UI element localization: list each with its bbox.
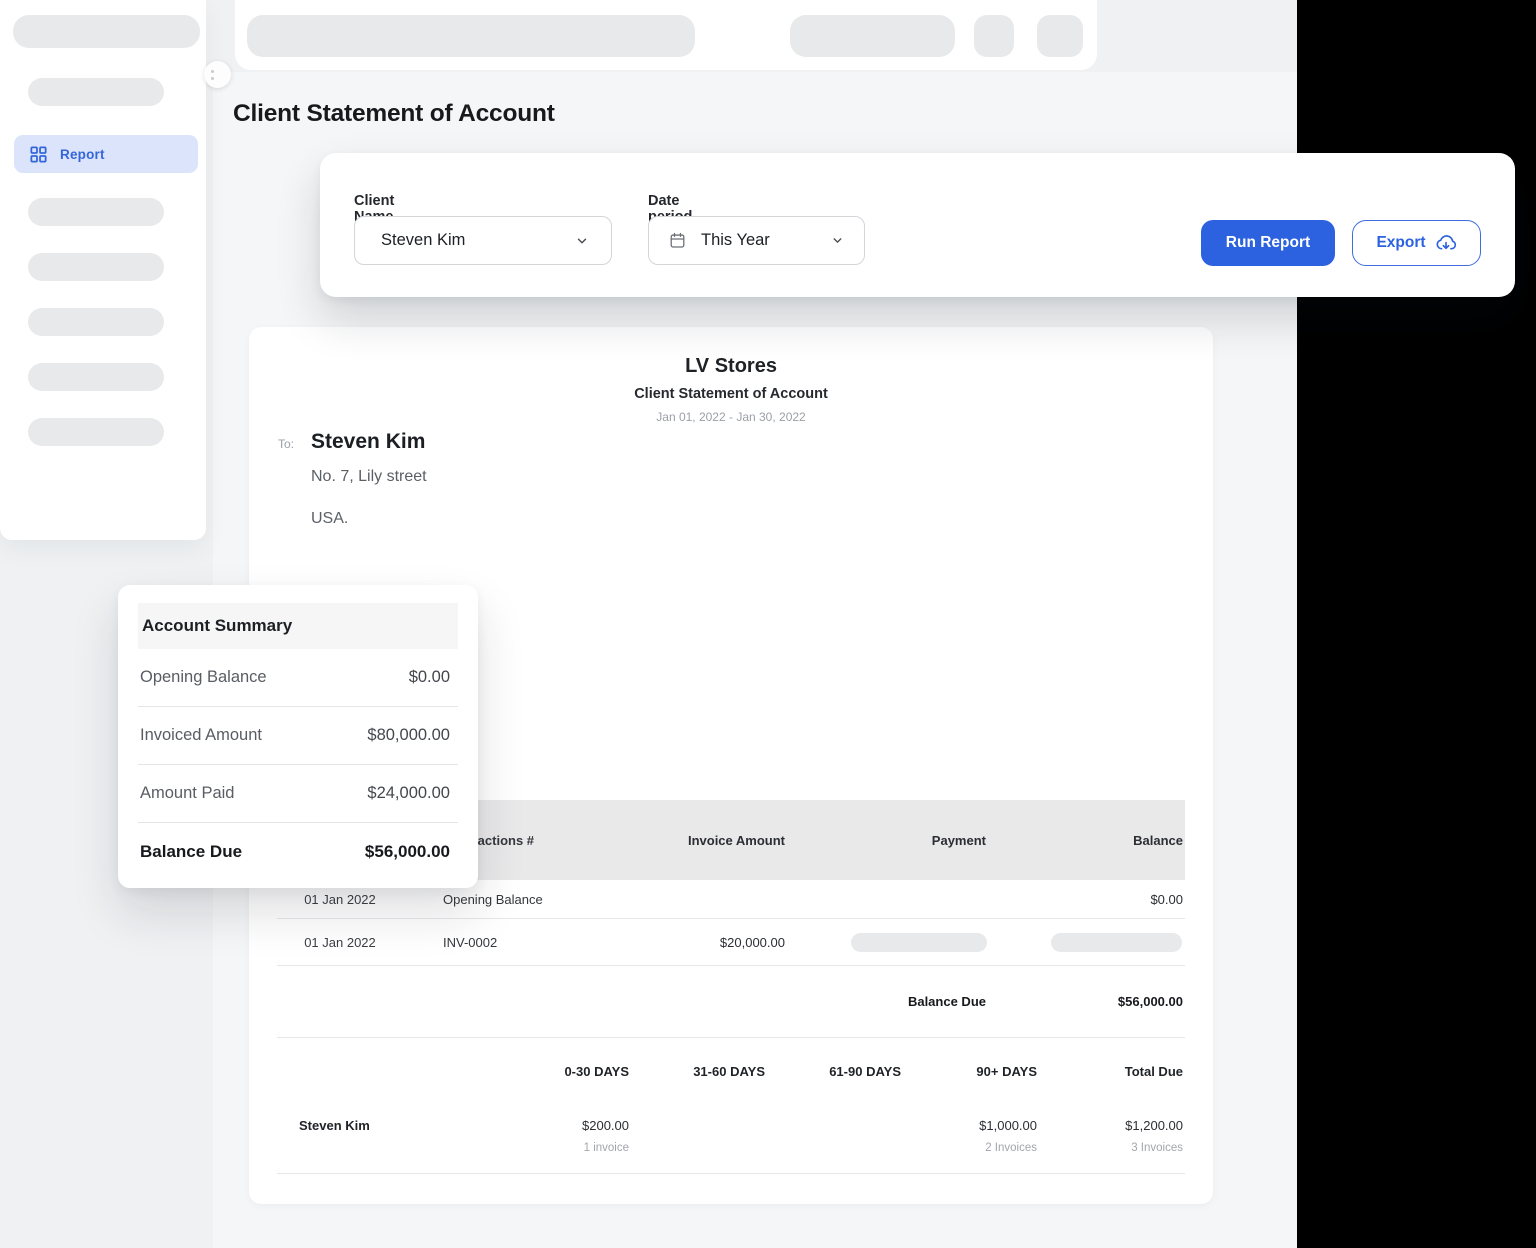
topbar-avatar-placeholder: [1037, 15, 1083, 57]
summary-value: $24,000.00: [367, 784, 450, 803]
to-label: To:: [278, 437, 294, 451]
sidebar-item-placeholder: [28, 418, 164, 446]
aging-data-row: Steven Kim $200.00 1 invoice $1,000.00 2…: [277, 1105, 1185, 1173]
cell-ref: INV-0002: [433, 935, 605, 950]
balance-due-row: Balance Due $56,000.00: [277, 966, 1185, 1037]
calendar-icon: [669, 232, 686, 249]
sidebar: Report: [0, 0, 206, 540]
sidebar-item-placeholder: [28, 198, 164, 226]
payment-placeholder: [851, 933, 987, 952]
client-name: Steven Kim: [311, 430, 425, 454]
summary-row-balance-due: Balance Due $56,000.00: [138, 823, 458, 880]
company-name: LV Stores: [249, 355, 1213, 378]
date-period-select[interactable]: This Year: [648, 216, 865, 265]
document-date-range: Jan 01, 2022 - Jan 30, 2022: [249, 410, 1213, 424]
header-payment: Payment: [787, 833, 988, 848]
balance-due-value: $56,000.00: [988, 994, 1185, 1009]
balance-due-label: Balance Due: [787, 994, 988, 1009]
client-address-line2: USA.: [311, 510, 348, 528]
chevron-down-icon: [575, 234, 589, 248]
app-canvas: Report Client Statement of Account Clien…: [0, 0, 1536, 1248]
export-button-label: Export: [1376, 234, 1425, 252]
cell-ref: Opening Balance: [433, 892, 605, 907]
sidebar-item-report-label: Report: [60, 147, 105, 162]
aging-subtext-total: 3 Invoices: [1039, 1142, 1183, 1154]
summary-value: $80,000.00: [367, 726, 450, 745]
topbar-search-placeholder: [247, 15, 695, 57]
document-title: Client Statement of Account: [249, 386, 1213, 402]
grid-icon: [30, 146, 47, 163]
aging-header-31-60: 31-60 DAYS: [631, 1064, 767, 1079]
summary-label: Amount Paid: [140, 784, 234, 803]
cell-date: 01 Jan 2022: [277, 935, 433, 950]
divider: [277, 1173, 1185, 1174]
aging-subtext-90plus: 2 Invoices: [903, 1142, 1037, 1154]
summary-label: Opening Balance: [140, 668, 267, 687]
aging-amount-total: $1,200.00: [1039, 1118, 1183, 1133]
aging-header-total-due: Total Due: [1039, 1064, 1185, 1079]
cell-invoice-amount: $20,000.00: [605, 935, 787, 950]
sidebar-item-placeholder: [28, 253, 164, 281]
account-summary-rows: Opening Balance $0.00 Invoiced Amount $8…: [138, 649, 458, 880]
aging-header-row: 0-30 DAYS 31-60 DAYS 61-90 DAYS 90+ DAYS…: [277, 1038, 1185, 1105]
summary-value: $0.00: [409, 668, 450, 687]
header-balance: Balance: [988, 833, 1185, 848]
client-name-value: Steven Kim: [381, 231, 465, 250]
aging-subtext-0-30: 1 invoice: [433, 1142, 629, 1154]
sidebar-collapse-handle[interactable]: [204, 61, 231, 88]
balance-placeholder: [1051, 933, 1182, 952]
cloud-download-icon: [1435, 232, 1457, 254]
aging-header-0-30: 0-30 DAYS: [433, 1064, 631, 1079]
cell-date: 01 Jan 2022: [277, 892, 433, 907]
filter-card: Client Name Steven Kim Date period This …: [320, 153, 1515, 297]
page-title: Client Statement of Account: [233, 100, 555, 128]
cell-balance: $0.00: [988, 892, 1185, 907]
account-summary-card: Account Summary Opening Balance $0.00 In…: [118, 585, 478, 888]
topbar-widget-placeholder: [790, 15, 955, 57]
client-name-select[interactable]: Steven Kim: [354, 216, 612, 265]
summary-label: Invoiced Amount: [140, 726, 262, 745]
sidebar-item-placeholder: [28, 308, 164, 336]
summary-value: $56,000.00: [365, 842, 450, 862]
aging-client-name: Steven Kim: [277, 1118, 433, 1173]
topbar: [235, 0, 1097, 70]
sidebar-item-placeholder: [28, 363, 164, 391]
date-period-value: This Year: [701, 231, 770, 250]
dots-icon: [211, 70, 214, 73]
summary-row: Amount Paid $24,000.00: [138, 765, 458, 822]
logo-placeholder: [13, 15, 200, 48]
run-report-button[interactable]: Run Report: [1201, 220, 1335, 266]
chevron-down-icon: [831, 234, 844, 247]
export-button[interactable]: Export: [1352, 220, 1481, 266]
summary-row: Invoiced Amount $80,000.00: [138, 707, 458, 764]
sidebar-item-placeholder: [28, 78, 164, 106]
sidebar-item-report[interactable]: Report: [14, 135, 198, 173]
account-summary-title: Account Summary: [138, 603, 458, 649]
aging-header-61-90: 61-90 DAYS: [767, 1064, 903, 1079]
table-row: 01 Jan 2022 INV-0002 $20,000.00: [277, 919, 1185, 965]
topbar-icon-placeholder: [974, 15, 1014, 57]
aging-amount-90plus: $1,000.00: [903, 1118, 1037, 1133]
summary-label: Balance Due: [140, 842, 242, 862]
client-address-line1: No. 7, Lily street: [311, 468, 427, 486]
header-invoice-amount: Invoice Amount: [605, 833, 787, 848]
aging-header-90plus: 90+ DAYS: [903, 1064, 1039, 1079]
aging-amount-0-30: $200.00: [433, 1118, 629, 1133]
summary-row: Opening Balance $0.00: [138, 649, 458, 706]
